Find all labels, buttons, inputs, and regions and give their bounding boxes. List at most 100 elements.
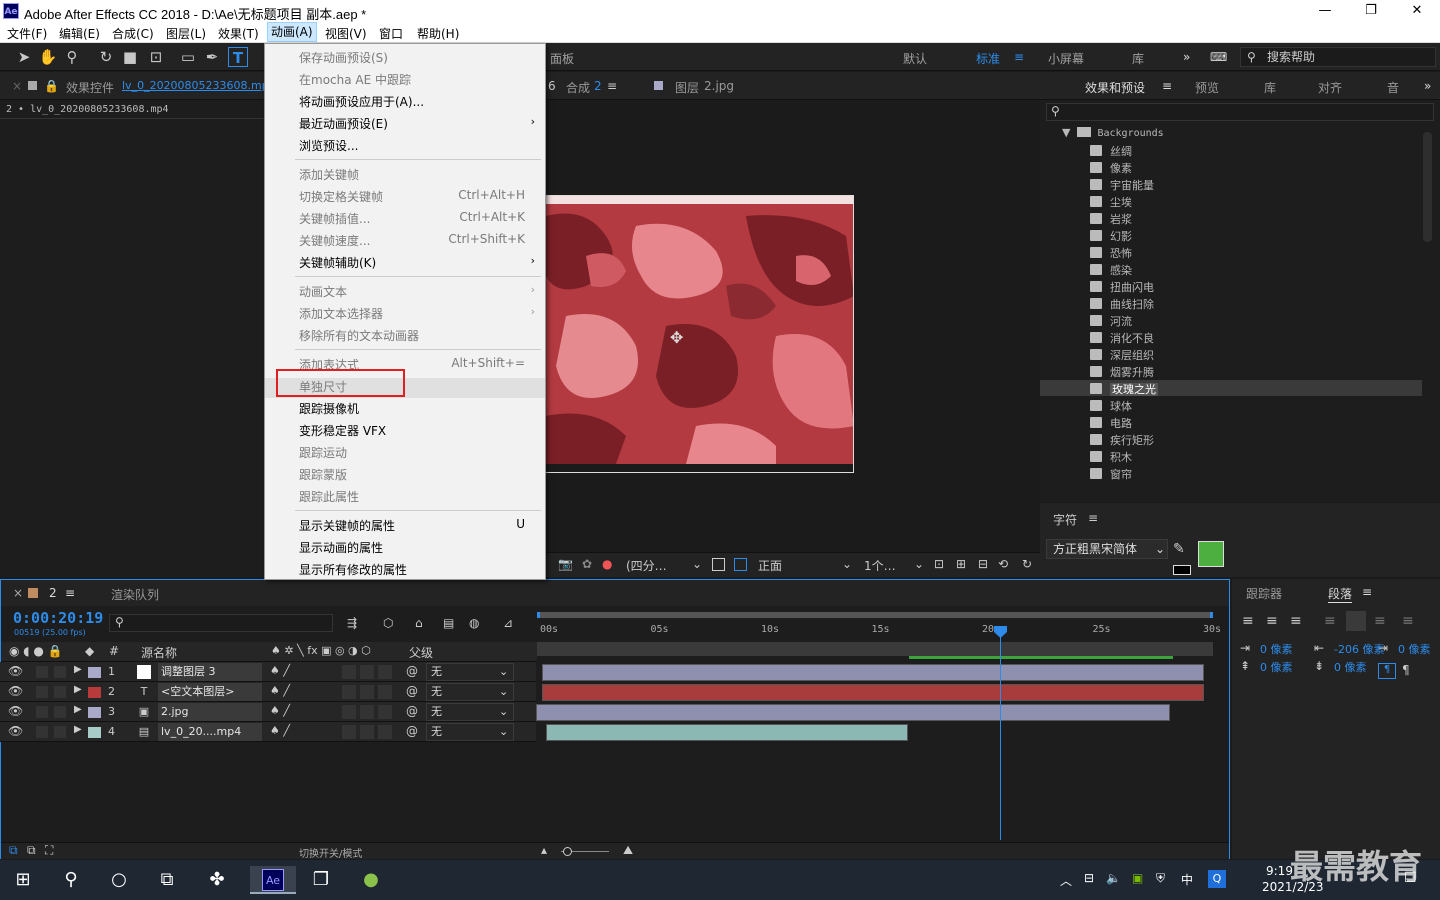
pickwhip-icon[interactable]: @ — [406, 704, 418, 718]
tab-menu-icon[interactable]: ≡ — [65, 586, 75, 600]
tab-menu-icon[interactable]: ≡ — [1162, 79, 1172, 93]
layer-name[interactable]: 调整图层 3 — [158, 663, 262, 681]
folder-backgrounds[interactable]: ▼ Backgrounds — [1062, 126, 1164, 139]
maximize-button[interactable]: ❐ — [1348, 0, 1394, 22]
menu-item-3[interactable]: 最近动画预设(E) › — [265, 115, 545, 135]
align-right-icon[interactable]: ≡ — [1290, 613, 1302, 629]
lock-toggle[interactable] — [54, 706, 66, 718]
justify-all-icon[interactable]: ≡ — [1402, 613, 1414, 629]
minimize-button[interactable]: — — [1302, 0, 1348, 22]
hand-tool-icon[interactable]: ✋ — [38, 47, 58, 67]
workspace-menu-icon[interactable]: ≡ — [1014, 50, 1024, 64]
menu-item-15[interactable]: 跟踪摄像机 — [265, 400, 545, 420]
eye-icon[interactable]: 👁 — [8, 684, 23, 698]
menu-item-19[interactable]: 跟踪此属性 — [265, 488, 545, 508]
stroke-color-swatch[interactable] — [1173, 565, 1191, 575]
parent-dropdown[interactable]: 无 ⌄ — [426, 723, 514, 741]
tab-preview[interactable]: 预览 — [1195, 79, 1219, 96]
indent-left-value[interactable]: 0 像素 — [1260, 641, 1293, 657]
time-ruler[interactable]: 00s 05s 10s 15s 20s 25s 30s — [537, 612, 1221, 664]
parent-dropdown[interactable]: 无 ⌄ — [426, 683, 514, 701]
workspace-default[interactable]: 默认 — [903, 50, 927, 67]
effect-preset-item[interactable]: 消化不良 — [1090, 330, 1154, 347]
menu-item-21[interactable]: 显示动画的属性 — [265, 539, 545, 559]
layer-duration-bar[interactable] — [536, 704, 1170, 721]
type-tool-icon[interactable]: T — [228, 47, 248, 67]
menu-item-5[interactable]: 添加关键帧 — [265, 166, 545, 186]
tab-align[interactable]: 对齐 — [1318, 79, 1342, 96]
pickwhip-icon[interactable]: @ — [406, 664, 418, 678]
security-icon[interactable]: ⛨ — [1156, 871, 1165, 886]
refresh-icon[interactable]: ↻ — [1022, 557, 1032, 571]
layer-name[interactable]: <空文本图层> — [158, 683, 262, 701]
app-pinwheel-icon[interactable]: ✤ — [202, 866, 232, 894]
effect-controls-file[interactable]: lv_0_20200805233608.mp4 — [122, 79, 276, 92]
menu-effect[interactable]: 效果(T) — [218, 25, 259, 42]
effect-preset-item[interactable]: 丝绸 — [1090, 143, 1132, 160]
layer-duration-bar[interactable] — [542, 684, 1204, 701]
zoom-slider-handle[interactable] — [563, 847, 572, 856]
lock-toggle[interactable] — [54, 726, 66, 738]
ltr-direction-icon[interactable]: ¶ — [1378, 663, 1396, 679]
chevron-up-icon[interactable]: ︿ — [1060, 872, 1072, 889]
keyboard-icon[interactable]: ⌨ — [1210, 50, 1227, 64]
menu-view[interactable]: 视图(V) — [325, 25, 367, 42]
layer-switches[interactable]: ♠ ╱ — [270, 724, 290, 737]
justify-last-right-icon[interactable]: ≡ — [1374, 613, 1386, 629]
zoom-out-icon[interactable]: ▴ — [541, 843, 547, 857]
menu-item-12[interactable]: 移除所有的文本动画器 — [265, 327, 545, 347]
reset-exposure-icon[interactable]: ⟲ — [998, 557, 1008, 571]
switch-box[interactable] — [378, 665, 392, 679]
space-after-value[interactable]: 0 像素 — [1334, 659, 1367, 675]
layer-switches[interactable]: ♠ ╱ — [270, 684, 290, 697]
task-view-icon[interactable]: ⧉ — [152, 866, 182, 894]
menu-layer[interactable]: 图层(L) — [166, 25, 206, 42]
switch-box[interactable] — [360, 725, 374, 739]
layer-duration-bar[interactable] — [542, 664, 1204, 681]
expand-arrow-icon[interactable]: ▶ — [74, 724, 82, 735]
pan-behind-tool-icon[interactable]: ⊡ — [146, 47, 166, 67]
app-melon-icon[interactable]: ● — [356, 866, 386, 894]
menu-item-2[interactable]: 将动画预设应用于(A)... — [265, 93, 545, 113]
tab-paragraph[interactable]: 段落 — [1328, 585, 1353, 603]
effect-preset-item[interactable]: 扭曲闪电 — [1090, 279, 1154, 296]
render-time-icon[interactable]: ⛶ — [45, 843, 53, 858]
font-family-dropdown[interactable]: 方正粗黑宋简体 ⌄ — [1046, 539, 1168, 559]
pen-tool-icon[interactable]: ✒ — [202, 47, 222, 67]
zoom-tool-icon[interactable]: ⚲ — [62, 47, 82, 67]
expand-arrow-icon[interactable]: ▶ — [74, 664, 82, 675]
menu-item-11[interactable]: 添加文本选择器 › — [265, 305, 545, 325]
views-count-dropdown[interactable]: 1个… — [864, 557, 896, 574]
tab-library[interactable]: 库 — [1264, 79, 1276, 96]
resolution-dropdown[interactable]: (四分… — [626, 557, 667, 574]
menu-window[interactable]: 窗口 — [379, 25, 403, 42]
search-icon[interactable]: ⚲ — [56, 866, 86, 894]
motion-blur-icon[interactable]: ◍ — [469, 616, 479, 630]
parent-dropdown[interactable]: 无 ⌄ — [426, 703, 514, 721]
align-center-icon[interactable]: ≡ — [1266, 613, 1278, 629]
pickwhip-icon[interactable]: @ — [406, 684, 418, 698]
menu-item-9[interactable]: 关键帧辅助(K) › — [265, 254, 545, 274]
source-name-header[interactable]: 源名称 — [141, 644, 177, 661]
solo-toggle[interactable] — [36, 666, 48, 678]
ime-indicator[interactable]: 中 — [1181, 871, 1193, 888]
tab-close-icon[interactable]: × — [13, 586, 23, 600]
effect-preset-item[interactable]: 深层组织 — [1090, 347, 1154, 364]
menu-file[interactable]: 文件(F) — [7, 25, 47, 42]
fast-preview-icon[interactable]: ⊡ — [934, 557, 944, 571]
comp-mini-flowchart-icon[interactable]: ⇶ — [347, 616, 357, 630]
menu-item-1[interactable]: 在mocha AE 中跟踪 — [265, 71, 545, 91]
switch-box[interactable] — [342, 705, 356, 719]
solo-toggle[interactable] — [36, 726, 48, 738]
switch-box[interactable] — [360, 685, 374, 699]
app-book-icon[interactable]: ❐ — [306, 866, 336, 894]
tab-close-icon[interactable]: × — [12, 79, 22, 93]
menu-item-6[interactable]: 切换定格关键帧 Ctrl+Alt+H — [265, 188, 545, 208]
region-of-interest-icon[interactable] — [712, 558, 725, 571]
frame-blending-icon[interactable]: ▤ — [443, 616, 454, 630]
switch-box[interactable] — [378, 705, 392, 719]
expand-panes-icon[interactable]: ⧉ — [27, 843, 36, 858]
eye-icon[interactable]: 👁 — [8, 704, 23, 718]
parent-dropdown[interactable]: 无 ⌄ — [426, 663, 514, 681]
layer-row[interactable]: 👁 ▶ 1 调整图层 3 ♠ ╱ @ 无 ⌄ — [0, 662, 536, 682]
